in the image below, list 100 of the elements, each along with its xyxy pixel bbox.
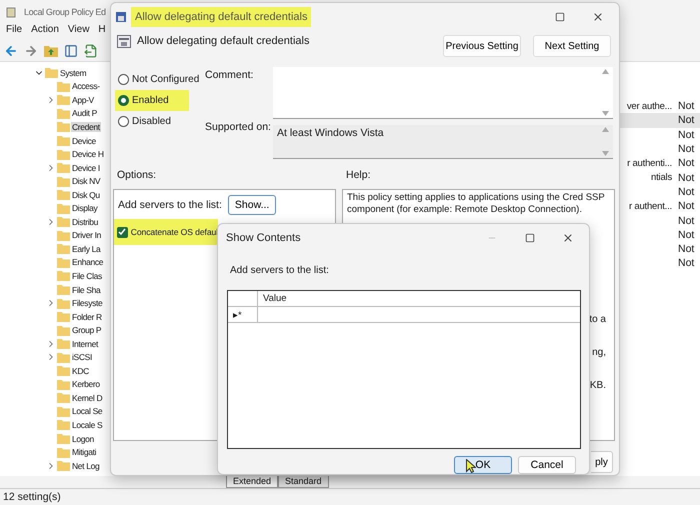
forward-icon[interactable] <box>24 44 38 58</box>
radio-label: Not Configured <box>132 74 200 85</box>
tree-item[interactable]: Logon <box>71 434 95 444</box>
list-row[interactable]: Not <box>620 228 700 242</box>
help-label: Help: <box>346 169 371 183</box>
tree-item[interactable]: Device H <box>71 149 105 160</box>
menu-item[interactable]: File <box>6 24 22 40</box>
radio-option[interactable]: Not Configured <box>115 69 200 90</box>
folder-icon <box>57 270 70 282</box>
folder-icon <box>57 176 70 187</box>
tree-item[interactable]: Distribu <box>71 216 100 227</box>
folder-icon <box>57 352 70 363</box>
list-label: Add servers to the list: <box>229 264 330 278</box>
menu-item[interactable]: H <box>98 24 106 40</box>
tree-item[interactable]: Locale S <box>71 420 104 430</box>
maximize-icon[interactable] <box>525 232 535 243</box>
folder-icon <box>57 216 70 228</box>
folder-icon <box>57 460 70 472</box>
servers-label: Add servers to the list: <box>118 199 222 211</box>
tree-item[interactable]: Access- <box>71 81 101 92</box>
help-text: This policy setting applies to applications using the Cred SSP component (for example: Remote Desktop Connection). <box>347 192 606 216</box>
list-row[interactable]: Not <box>620 213 700 228</box>
tree-item[interactable]: Display <box>71 203 98 214</box>
tree-item[interactable]: Device <box>71 136 97 146</box>
radio-option[interactable]: Disabled <box>115 111 189 132</box>
apply-button[interactable]: ply <box>591 451 613 473</box>
back-icon[interactable] <box>4 44 18 58</box>
tree-item[interactable]: Audit P <box>71 108 98 118</box>
dialog-title: Allow delegating default credentials <box>131 7 312 27</box>
list-row[interactable]: r authent... Not <box>620 199 700 214</box>
nav-button[interactable]: Next Setting <box>533 35 611 57</box>
list-row[interactable]: Not <box>620 242 700 256</box>
folder-up-icon[interactable] <box>44 44 58 57</box>
radio-button[interactable] <box>118 116 129 127</box>
tree-item[interactable]: Filesyste <box>71 298 104 308</box>
show-button[interactable]: Show... <box>228 195 276 215</box>
tree-item[interactable]: Early La <box>71 244 102 254</box>
list-row[interactable]: Not <box>620 256 700 271</box>
tree-item[interactable]: KDC <box>71 366 90 376</box>
menu-item[interactable]: Action <box>31 24 59 40</box>
close-icon[interactable] <box>592 11 604 23</box>
tree-item[interactable]: Device I <box>71 162 101 173</box>
checkbox[interactable] <box>117 226 128 238</box>
tree-item[interactable]: Disk NV <box>71 176 102 186</box>
supported-text: At least Windows Vista <box>277 127 384 141</box>
list-row[interactable]: r authenti... Not <box>620 156 700 170</box>
tree-item[interactable]: Group P <box>71 325 102 336</box>
tree-item[interactable]: Driver In <box>71 230 102 240</box>
tree-item[interactable]: Net Log <box>71 460 100 471</box>
tree-item[interactable]: System <box>59 68 88 78</box>
list-row[interactable]: ver authe... Not <box>620 99 700 114</box>
radio-button[interactable] <box>118 74 129 85</box>
folder-icon <box>57 365 70 376</box>
tree-item[interactable]: File Sha <box>71 284 102 295</box>
folder-icon <box>57 230 70 241</box>
tree-item[interactable]: Folder R <box>71 312 103 322</box>
folder-icon <box>57 162 70 174</box>
tree-item[interactable]: Kernel D <box>71 392 104 403</box>
radio-button[interactable] <box>118 95 129 106</box>
folder-icon <box>57 256 70 268</box>
folder-icon <box>45 67 58 78</box>
folder-icon <box>57 419 70 430</box>
column-header: Value <box>262 292 288 306</box>
list-row[interactable]: ntials Not <box>620 170 700 185</box>
tree-item[interactable]: Enhance <box>71 257 104 268</box>
tree-item[interactable]: Local Se <box>71 406 104 416</box>
dialog-button[interactable]: OK <box>454 456 512 474</box>
dialog-button[interactable]: Cancel <box>518 456 576 474</box>
tree-item[interactable]: Mitigati <box>71 447 98 458</box>
nav-button[interactable]: Previous Setting <box>443 35 521 57</box>
panel-icon[interactable] <box>64 44 78 58</box>
tree-item[interactable]: Disk Qu <box>71 190 101 200</box>
comment-label: Comment: <box>205 69 254 81</box>
close-icon[interactable] <box>562 232 574 244</box>
list-row[interactable]: Not <box>620 184 700 200</box>
setting-icon <box>117 35 131 48</box>
tree-item[interactable]: Internet <box>71 338 100 349</box>
tree-item[interactable]: iSCSI <box>71 352 93 362</box>
tree-item[interactable]: File Clas <box>71 270 103 281</box>
app-icon <box>6 6 18 18</box>
dialog-title: Show Contents <box>225 230 302 246</box>
folder-icon <box>57 243 70 254</box>
tree-item[interactable]: Credent <box>71 122 101 132</box>
view-tab[interactable]: Standard <box>278 476 329 488</box>
tree-item[interactable]: Kerbero <box>71 379 101 390</box>
setting-name: ntials <box>651 172 672 184</box>
radio-label: Disabled <box>132 116 171 127</box>
policy-icon <box>115 11 127 23</box>
menu-item[interactable]: View <box>68 24 90 40</box>
list-row[interactable]: Not <box>620 113 700 128</box>
list-row[interactable]: Not <box>620 128 700 142</box>
folder-icon <box>57 433 70 444</box>
setting-state: Not <box>678 214 694 227</box>
view-tab[interactable]: Extended <box>226 476 278 488</box>
radio-option[interactable]: Enabled <box>115 90 189 111</box>
maximize-icon[interactable] <box>555 12 565 22</box>
tree-item[interactable]: App-V <box>71 94 95 105</box>
export-icon[interactable] <box>84 44 98 58</box>
list-row[interactable]: Not <box>620 142 700 156</box>
setting-state: Not <box>678 128 694 141</box>
